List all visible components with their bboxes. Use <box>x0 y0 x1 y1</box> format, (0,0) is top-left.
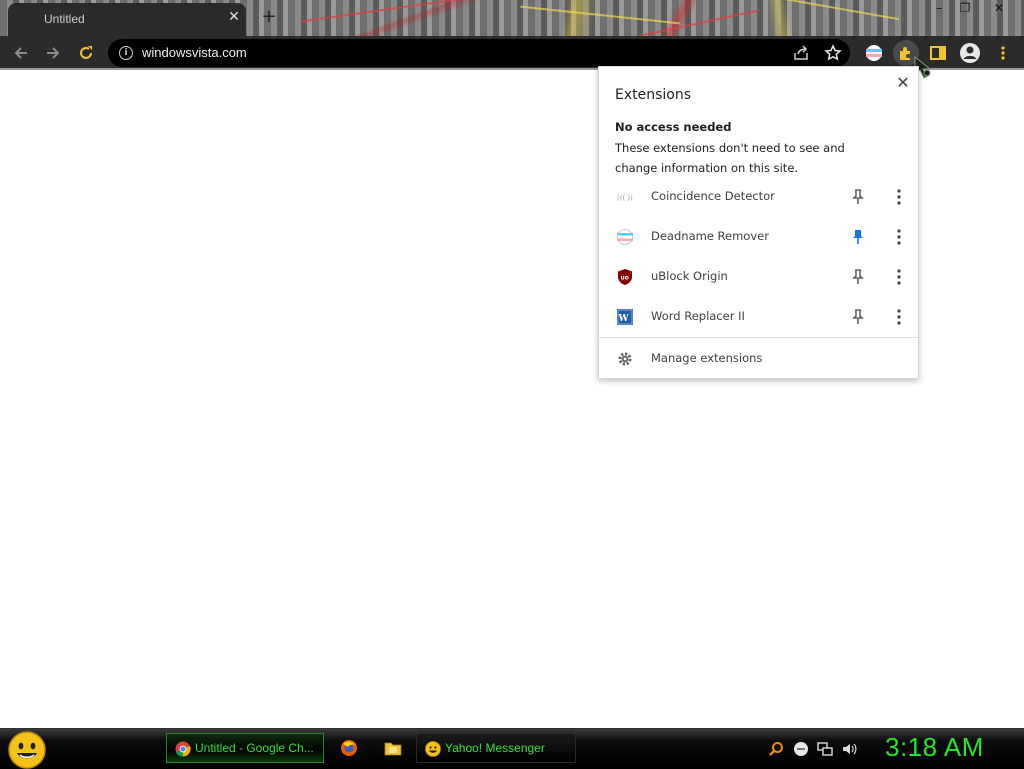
pinned-pin-icon[interactable] <box>850 228 866 246</box>
pin-icon[interactable] <box>850 268 866 286</box>
more-options-icon[interactable] <box>891 228 907 246</box>
section-heading: No access needed <box>615 120 732 134</box>
chrome-icon <box>175 741 191 757</box>
taskbar: Untitled - Google Ch... Yahoo! Messenger… <box>0 728 1024 769</box>
maximize-icon[interactable]: ❐ <box>950 0 980 18</box>
browser-tab[interactable]: Untitled ✕ <box>8 3 246 36</box>
extension-flag-icon[interactable] <box>861 40 887 66</box>
wallpaper-streak <box>641 9 759 36</box>
taskbar-button-label: Untitled - Google Ch... <box>195 741 314 755</box>
tab-strip: Untitled ✕ + – ❐ ✕ <box>0 0 1024 36</box>
popup-close-icon[interactable]: ✕ <box>893 73 913 93</box>
taskbar-button-label: Yahoo! Messenger <box>445 741 545 755</box>
ublock-shield-icon: uo <box>618 269 632 285</box>
extension-row-deadname-remover[interactable]: Deadname Remover <box>599 217 918 257</box>
pin-icon[interactable] <box>850 308 866 326</box>
more-options-icon[interactable] <box>891 188 907 206</box>
bookmark-star-icon[interactable] <box>820 40 846 66</box>
extension-row-word-replacer-ii[interactable]: W Word Replacer II <box>599 297 918 337</box>
tab-title: Untitled <box>44 12 85 26</box>
more-options-icon[interactable] <box>891 268 907 286</box>
reload-icon[interactable] <box>73 40 99 66</box>
extension-row-coincidence-detector[interactable]: ((( ))) Coincidence Detector <box>599 177 918 217</box>
manage-extensions-button[interactable]: Manage extensions <box>599 338 918 378</box>
svg-text:uo: uo <box>621 275 629 282</box>
yahoo-messenger-icon <box>425 741 441 757</box>
profile-icon[interactable] <box>957 40 983 66</box>
start-button-smiley-icon[interactable] <box>8 731 46 769</box>
messenger-tray-icon[interactable] <box>793 741 809 757</box>
share-icon[interactable] <box>788 40 814 66</box>
extension-name: Word Replacer II <box>651 309 745 323</box>
network-icon[interactable] <box>817 741 833 757</box>
gear-icon <box>618 352 632 366</box>
svg-text:((( ))): ((( ))) <box>617 194 633 202</box>
taskbar-button-yahoo-messenger[interactable]: Yahoo! Messenger <box>416 733 576 763</box>
echo-parentheses-icon: ((( ))) <box>617 194 633 202</box>
forward-icon[interactable] <box>40 40 66 66</box>
tab-close-icon[interactable]: ✕ <box>225 8 243 26</box>
manage-extensions-label: Manage extensions <box>651 351 763 365</box>
word-replacer-icon: W <box>617 309 633 325</box>
new-tab-icon[interactable]: + <box>258 6 280 28</box>
taskbar-clock[interactable]: 3:18 AM <box>885 732 984 763</box>
extension-row-ublock-origin[interactable]: uo uBlock Origin <box>599 257 918 297</box>
section-description: These extensions don't need to see and c… <box>615 141 845 175</box>
address-url: windowsvista.com <box>142 45 247 60</box>
extension-name: Deadname Remover <box>651 229 769 243</box>
trans-flag-icon <box>617 229 633 245</box>
back-icon[interactable] <box>8 40 34 66</box>
volume-icon[interactable] <box>841 741 857 757</box>
taskbar-button-chrome[interactable]: Untitled - Google Ch... <box>166 733 324 763</box>
browser-toolbar: i windowsvista.com <box>0 36 1024 70</box>
site-info-icon[interactable]: i <box>119 46 133 60</box>
search-tray-icon[interactable] <box>768 741 784 757</box>
more-options-icon[interactable] <box>891 308 907 326</box>
svg-text:W: W <box>618 314 630 324</box>
wallpaper-streak <box>300 0 480 23</box>
extension-name: Coincidence Detector <box>651 189 775 203</box>
pin-icon[interactable] <box>850 188 866 206</box>
firefox-icon[interactable] <box>340 739 358 757</box>
extensions-popup: Extensions ✕ No access needed These exte… <box>598 66 919 379</box>
extension-name: uBlock Origin <box>651 269 728 283</box>
folder-icon[interactable] <box>384 739 402 757</box>
wallpaper-streak <box>520 5 680 25</box>
menu-icon[interactable] <box>990 40 1016 66</box>
close-window-icon[interactable]: ✕ <box>984 0 1014 18</box>
address-bar[interactable]: i windowsvista.com <box>108 39 850 67</box>
wallpaper-streak <box>760 0 900 21</box>
popup-title: Extensions <box>615 87 692 103</box>
